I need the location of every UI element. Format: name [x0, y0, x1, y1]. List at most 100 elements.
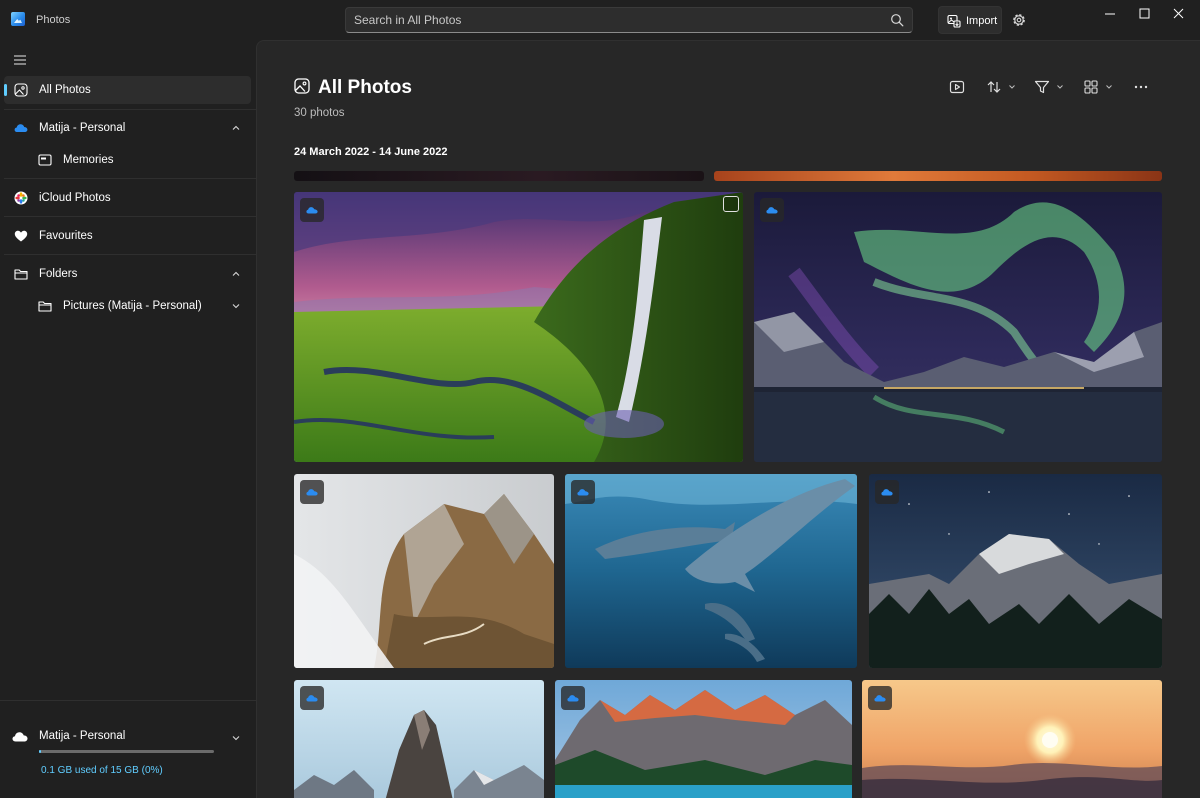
chevron-up-icon[interactable] — [231, 269, 241, 279]
sunset-sea-image — [862, 680, 1162, 798]
onedrive-cloud-icon — [14, 124, 28, 132]
folder-icon — [14, 269, 28, 280]
app-title: Photos — [36, 14, 71, 26]
onedrive-badge — [868, 686, 892, 710]
mountain-fog-image — [294, 474, 554, 668]
import-label: Import — [966, 15, 998, 27]
sidebar-item-label: Memories — [63, 154, 114, 166]
slideshow-icon — [949, 80, 965, 94]
folder-icon — [38, 301, 52, 312]
chevron-up-icon[interactable] — [231, 123, 241, 133]
chevron-down-icon — [1057, 85, 1063, 89]
photo-thumbnail-waterfall[interactable] — [294, 192, 743, 462]
date-group-header: 24 March 2022 - 14 June 2022 — [294, 146, 448, 158]
import-icon — [947, 14, 961, 28]
storage-usage-text[interactable]: 0.1 GB used of 15 GB (0%) — [41, 765, 163, 776]
more-icon — [1134, 85, 1148, 89]
photo-thumbnail-aurora[interactable] — [754, 192, 1162, 462]
photo-thumbnail-half-dome[interactable] — [869, 474, 1162, 668]
sidebar-item-favourites[interactable]: Favourites — [4, 222, 251, 250]
onedrive-cloud-icon — [874, 695, 886, 702]
onedrive-cloud-icon — [577, 489, 589, 496]
chevron-down-icon — [1009, 85, 1015, 89]
sort-icon — [987, 81, 1001, 93]
photo-thumbnail-partial[interactable] — [714, 171, 1162, 181]
icloud-photos-icon — [14, 191, 28, 205]
maximize-icon[interactable] — [1129, 4, 1159, 24]
onedrive-badge — [760, 198, 784, 222]
photo-thumbnail-dolphins[interactable] — [565, 474, 857, 668]
aurora-image — [754, 192, 1162, 462]
chevron-down-icon[interactable] — [231, 301, 241, 311]
selection-checkbox[interactable] — [723, 196, 739, 212]
photo-icon — [14, 83, 28, 97]
onedrive-badge — [300, 198, 324, 222]
onedrive-cloud-icon — [567, 695, 579, 702]
photo-thumbnail-lake-mountains[interactable] — [555, 680, 852, 798]
sidebar-item-label: Pictures (Matija - Personal) — [63, 300, 202, 312]
onedrive-cloud-icon — [881, 489, 893, 496]
photo-thumbnail-sunset-sea[interactable] — [862, 680, 1162, 798]
heart-icon — [14, 230, 28, 242]
photo-thumbnail-rock-spire[interactable] — [294, 680, 544, 798]
onedrive-cloud-icon — [306, 489, 318, 496]
sort-button[interactable] — [986, 79, 1020, 95]
sidebar-item-icloud-photos[interactable]: iCloud Photos — [4, 184, 251, 212]
rock-spire-image — [294, 680, 544, 798]
lake-mountains-image — [555, 680, 852, 798]
onedrive-badge — [875, 480, 899, 504]
close-icon[interactable] — [1163, 4, 1193, 24]
sidebar-item-memories[interactable]: Memories — [4, 146, 251, 174]
gear-icon[interactable] — [1010, 11, 1028, 29]
cloud-icon — [12, 732, 28, 742]
sidebar-item-label: iCloud Photos — [39, 192, 111, 204]
import-button[interactable]: Import — [938, 6, 1002, 34]
divider — [4, 109, 256, 110]
sidebar-item-label: Folders — [39, 268, 78, 280]
onedrive-cloud-icon — [306, 207, 318, 214]
hamburger-icon[interactable] — [12, 52, 28, 68]
photo-thumbnail-mountain-fog[interactable] — [294, 474, 554, 668]
onedrive-cloud-icon — [306, 695, 318, 702]
photo-count: 30 photos — [294, 107, 345, 119]
filter-icon — [1034, 80, 1050, 94]
photo-icon — [294, 78, 310, 94]
divider — [4, 254, 256, 255]
sidebar-item-folders[interactable]: Folders — [4, 260, 251, 288]
chevron-down-icon[interactable] — [231, 733, 241, 743]
photo-thumbnail-partial[interactable] — [294, 171, 704, 181]
more-options-button[interactable] — [1133, 79, 1149, 95]
account-storage-panel[interactable]: Matija - Personal 0.1 GB used of 15 GB (… — [0, 700, 256, 798]
onedrive-cloud-icon — [766, 207, 778, 214]
chevron-down-icon — [1106, 85, 1112, 89]
view-layout-button[interactable] — [1083, 79, 1117, 95]
sidebar-item-label: Matija - Personal — [39, 122, 126, 134]
photos-app-icon — [11, 12, 25, 26]
onedrive-badge — [561, 686, 585, 710]
waterfall-image — [294, 192, 743, 462]
onedrive-badge — [300, 480, 324, 504]
storage-progress-fill — [39, 750, 41, 753]
filter-button[interactable] — [1034, 79, 1068, 95]
photos-window: Photos Import — [0, 0, 1200, 798]
memories-icon — [38, 154, 52, 166]
page-title: All Photos — [318, 77, 412, 98]
sidebar-item-all-photos[interactable]: All Photos — [4, 76, 251, 104]
sidebar-item-label: All Photos — [39, 84, 91, 96]
account-name: Matija - Personal — [39, 730, 126, 742]
sidebar-item-pictures-folder[interactable]: Pictures (Matija - Personal) — [4, 292, 251, 320]
divider — [4, 178, 256, 179]
sidebar-item-label: Favourites — [39, 230, 93, 242]
dolphins-image — [565, 474, 857, 668]
search-box[interactable] — [345, 7, 913, 33]
search-input[interactable] — [346, 8, 866, 32]
slideshow-button[interactable] — [949, 79, 965, 95]
onedrive-badge — [300, 686, 324, 710]
search-icon[interactable] — [890, 13, 904, 27]
sidebar-item-onedrive-account[interactable]: Matija - Personal — [4, 114, 251, 142]
view-layout-icon — [1084, 80, 1098, 94]
sidebar: All Photos Matija - Personal Memories iC… — [0, 40, 256, 798]
storage-progress-bar — [39, 750, 214, 753]
minimize-icon[interactable] — [1095, 4, 1125, 24]
selection-indicator — [4, 84, 7, 96]
